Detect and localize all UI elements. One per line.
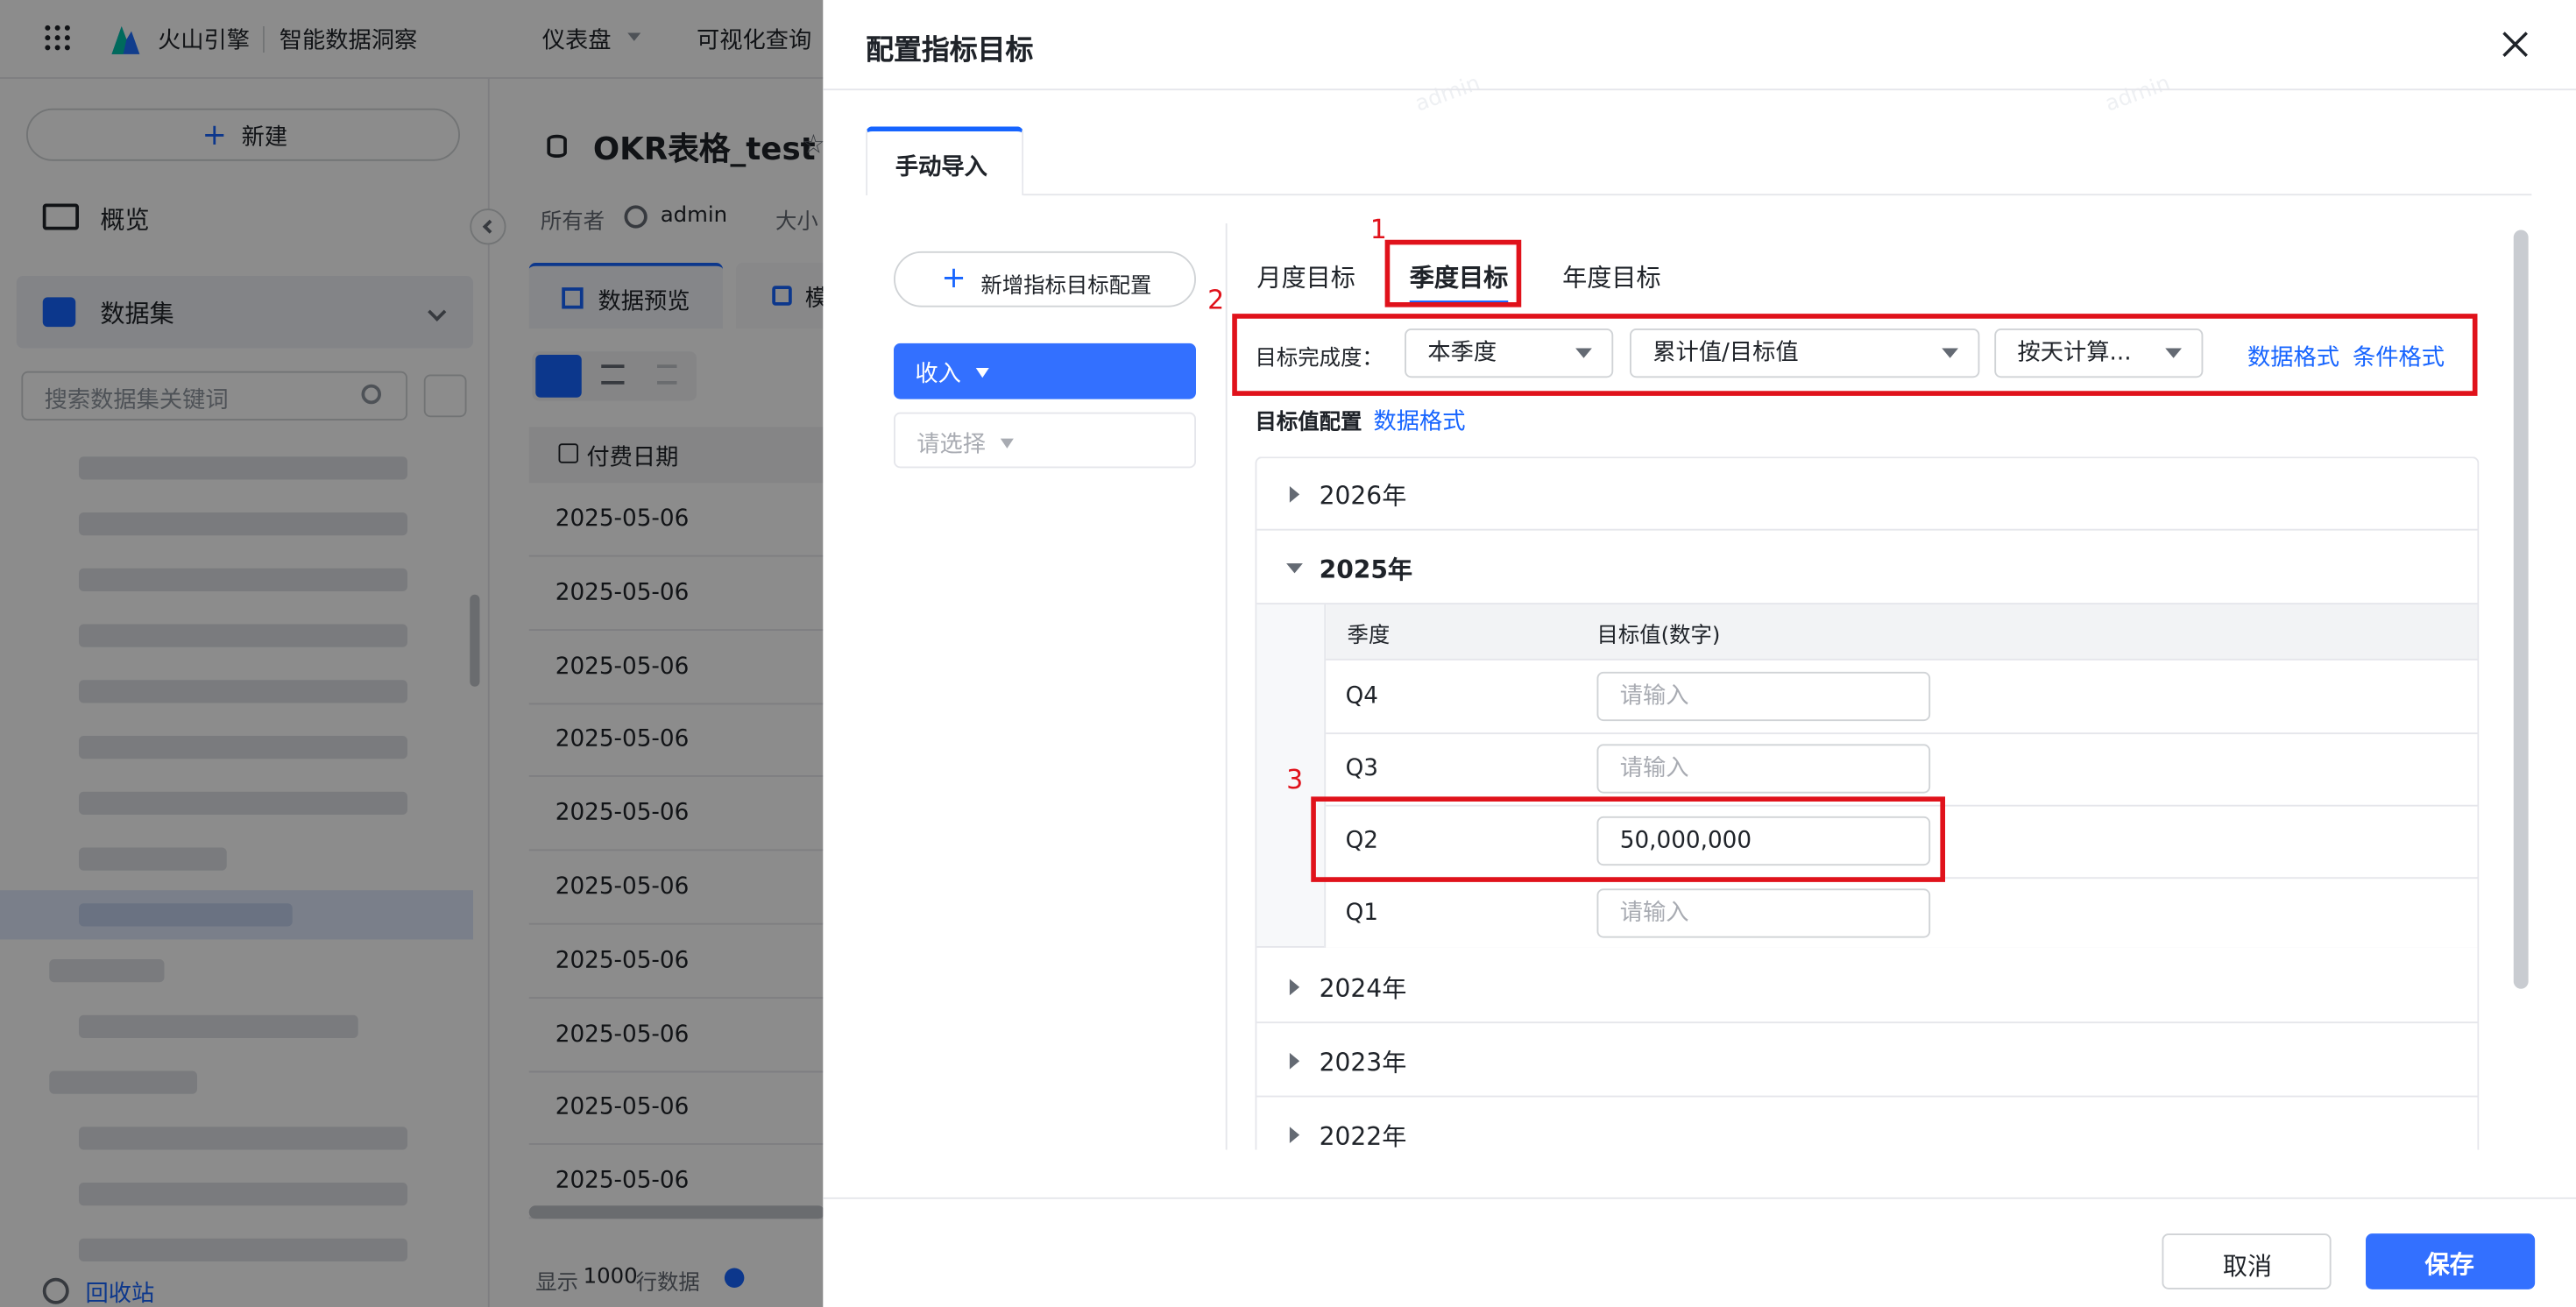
save-button[interactable]: 保存 bbox=[2366, 1233, 2536, 1289]
annotation-box-quarterly-tab bbox=[1384, 239, 1522, 307]
annotation-number-1: 1 bbox=[1369, 213, 1387, 245]
year-label: 2026年 bbox=[1319, 481, 1407, 512]
panel-divider bbox=[1225, 223, 1228, 1150]
year-label: 2024年 bbox=[1319, 973, 1407, 1004]
add-metric-target-button[interactable]: + 新增指标目标配置 bbox=[894, 251, 1196, 307]
tab-manual-import-label: 手动导入 bbox=[895, 154, 987, 181]
caret-down-icon bbox=[1000, 438, 1014, 449]
modal-scrollbar[interactable] bbox=[2513, 230, 2529, 989]
target-config-label: 目标值配置 bbox=[1255, 410, 1362, 435]
tab-yearly-target[interactable]: 年度目标 bbox=[1562, 259, 1661, 293]
quarter-label-q4: Q4 bbox=[1345, 683, 1379, 710]
caret-down-icon bbox=[975, 368, 989, 378]
watermark: admin bbox=[2102, 71, 2174, 118]
col-header-quarter: 季度 bbox=[1347, 624, 1391, 649]
caret-right-icon bbox=[1289, 1052, 1300, 1070]
metric-select-placeholder: 请选择 bbox=[916, 432, 986, 459]
year-row-2024[interactable]: 2024年 bbox=[1256, 951, 2478, 1024]
quarter-label-q1: Q1 bbox=[1345, 900, 1379, 927]
tab-manual-import[interactable]: 手动导入 bbox=[866, 126, 1024, 196]
plus-icon: + bbox=[941, 261, 966, 296]
caret-down-icon bbox=[1286, 563, 1303, 574]
tab-monthly-target[interactable]: 月度目标 bbox=[1256, 259, 1355, 293]
modal-mask[interactable] bbox=[0, 0, 824, 1307]
content-clip bbox=[1225, 1149, 2540, 1199]
year-label: 2023年 bbox=[1319, 1048, 1407, 1077]
row-divider bbox=[1326, 732, 2478, 735]
modal-title: 配置指标目标 bbox=[866, 34, 1034, 67]
footer-divider bbox=[823, 1197, 2576, 1199]
watermark: admin bbox=[1412, 71, 1484, 118]
quarter-label-q3: Q3 bbox=[1345, 755, 1379, 782]
metric-select[interactable]: 请选择 bbox=[894, 412, 1196, 469]
target-input-q1[interactable]: 请输入 bbox=[1596, 888, 1931, 938]
caret-right-icon bbox=[1289, 978, 1300, 996]
metric-revenue-button[interactable]: 收入 bbox=[894, 343, 1196, 399]
annotation-number-2: 2 bbox=[1207, 284, 1225, 315]
metric-revenue-label: 收入 bbox=[915, 361, 961, 388]
year-row-2023[interactable]: 2023年 bbox=[1256, 1025, 2478, 1098]
cancel-button-label: 取消 bbox=[2222, 1251, 2273, 1282]
save-button-label: 保存 bbox=[2424, 1249, 2474, 1280]
year-label: 2022年 bbox=[1319, 1121, 1407, 1152]
caret-right-icon bbox=[1289, 486, 1300, 503]
close-icon[interactable] bbox=[2497, 26, 2533, 62]
year-row-2025[interactable]: 2025年 bbox=[1256, 533, 2478, 604]
year-row-2026[interactable]: 2026年 bbox=[1256, 458, 2478, 531]
annotation-box-q2 bbox=[1311, 796, 1945, 882]
tab-divider bbox=[1023, 194, 2532, 196]
header-divider bbox=[823, 88, 2576, 91]
annotation-number-3: 3 bbox=[1286, 763, 1304, 795]
target-input-q4[interactable]: 请输入 bbox=[1596, 671, 1931, 722]
add-metric-target-label: 新增指标目标配置 bbox=[980, 274, 1152, 300]
target-data-format-link[interactable]: 数据格式 bbox=[1374, 404, 1466, 437]
annotation-box-completion bbox=[1232, 314, 2478, 396]
target-input-q3[interactable]: 请输入 bbox=[1596, 744, 1931, 794]
caret-right-icon bbox=[1289, 1127, 1300, 1143]
cancel-button[interactable]: 取消 bbox=[2162, 1233, 2332, 1289]
year-label: 2025年 bbox=[1319, 555, 1413, 585]
quarter-table-header bbox=[1326, 604, 2478, 661]
col-header-target-value: 目标值(数字) bbox=[1596, 624, 1721, 649]
